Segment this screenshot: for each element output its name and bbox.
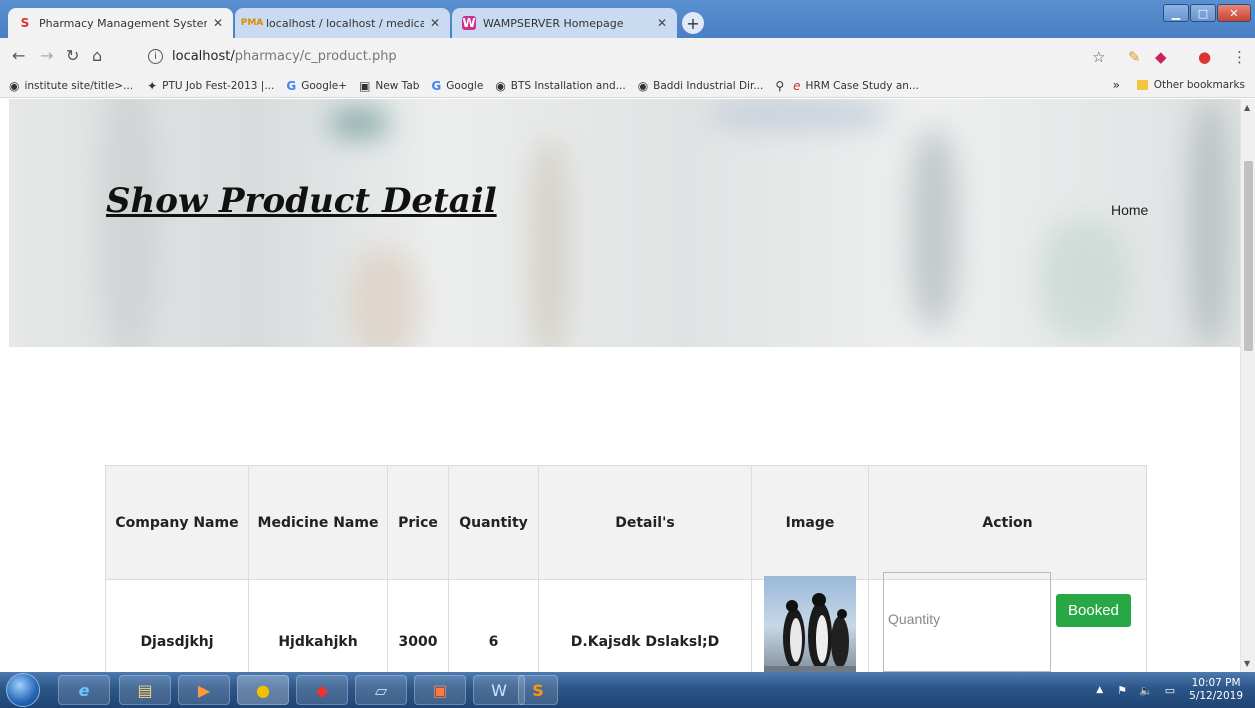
reload-icon[interactable]: ↻: [66, 46, 79, 65]
google-icon: G: [286, 78, 297, 93]
bookmark-item[interactable]: ◉ institute site/title>...: [9, 79, 133, 93]
home-icon[interactable]: ⌂: [92, 46, 102, 65]
file-explorer-icon[interactable]: ▤: [119, 675, 171, 705]
maximize-button[interactable]: □: [1190, 4, 1216, 22]
medicine-cell: Hjdkahjkh: [248, 579, 388, 672]
notepad-icon[interactable]: ▱: [355, 675, 407, 705]
bookmark-item[interactable]: G Google+: [286, 79, 347, 93]
bookmark-item[interactable]: G Google: [431, 79, 483, 93]
network-icon[interactable]: ▭: [1165, 684, 1175, 697]
globe-icon: ◉: [495, 78, 506, 93]
bookmark-item[interactable]: ✦ PTU Job Fest-2013 |...: [147, 79, 274, 93]
bookmark-item[interactable]: ⚲: [775, 79, 789, 93]
address-bar-row: ← → ↻ ⌂ i localhost/pharmacy/c_product.p…: [0, 38, 1255, 74]
extension-icon-2[interactable]: ◆: [1155, 48, 1167, 66]
bookmark-item[interactable]: e HRM Case Study an...: [793, 79, 919, 93]
price-cell: 3000: [387, 579, 449, 672]
internet-explorer-icon[interactable]: e: [58, 675, 110, 705]
bookmark-item[interactable]: ◉ Baddi Industrial Dir...: [638, 79, 764, 93]
new-tab-button[interactable]: +: [682, 12, 704, 34]
sublime-text-icon[interactable]: S: [518, 675, 558, 705]
globe-icon: ◉: [637, 78, 649, 93]
quantity-cell: 6: [448, 579, 539, 672]
browser-tab-strip: S Pharmacy Management System ✕ PMA local…: [0, 0, 1255, 38]
home-link[interactable]: Home: [1111, 202, 1148, 218]
clock[interactable]: 10:07 PM 5/12/2019: [1189, 677, 1243, 703]
profile-avatar-icon[interactable]: ●: [1198, 48, 1211, 66]
extension-icon[interactable]: ✎: [1128, 48, 1141, 66]
action-center-flag-icon[interactable]: ⚑: [1117, 684, 1127, 697]
wamp-icon: W: [462, 16, 476, 30]
system-tray: ▲ ⚑ 🔈 ▭ 10:07 PM 5/12/2019: [1096, 672, 1255, 708]
column-header: Quantity: [448, 465, 539, 580]
scroll-up-icon[interactable]: ▲: [1244, 103, 1250, 112]
close-tab-icon[interactable]: ✕: [657, 16, 667, 30]
minimize-button[interactable]: ▁: [1163, 4, 1189, 22]
tab-pharmacy-management[interactable]: S Pharmacy Management System ✕: [8, 8, 233, 38]
other-bookmarks-folder[interactable]: Other bookmarks: [1136, 79, 1245, 91]
menu-dots-icon[interactable]: ⋮: [1232, 48, 1247, 66]
action-cell: Quantity Booked: [868, 571, 1147, 672]
column-header: Price: [387, 465, 449, 580]
bookmark-item[interactable]: ◉ BTS Installation and...: [495, 79, 625, 93]
ie-icon: e: [793, 78, 801, 93]
column-header: Action: [868, 465, 1147, 580]
google-icon: G: [431, 78, 442, 93]
phpmyadmin-icon: PMA: [240, 18, 264, 28]
folder-icon: [1136, 80, 1148, 90]
product-table: Company Name Medicine Name Price Quantit…: [105, 465, 1147, 672]
url-field[interactable]: i localhost/pharmacy/c_product.php: [138, 43, 1078, 69]
page-viewport: Show Product Detail Home Company Name Me…: [0, 99, 1240, 672]
page-scrollbar[interactable]: ▲ ▼: [1240, 99, 1255, 672]
bookmarks-bar: ◉ institute site/title>... ✦ PTU Job Fest-…: [0, 74, 1255, 98]
booked-button[interactable]: Booked: [1056, 593, 1131, 627]
hero-banner: Show Product Detail Home: [9, 99, 1240, 347]
bookmarks-overflow-button[interactable]: »: [1113, 78, 1120, 92]
star-bookmark-icon[interactable]: ☆: [1092, 48, 1105, 66]
volume-icon[interactable]: 🔈: [1139, 684, 1153, 697]
company-cell: Djasdjkhj: [105, 579, 249, 672]
column-header: Image: [751, 465, 869, 580]
forward-arrow-icon[interactable]: →: [40, 46, 53, 65]
tab-phpmyadmin[interactable]: PMA localhost / localhost / medical / ✕: [235, 8, 450, 38]
search-icon: ⚲: [775, 78, 785, 93]
tab-wampserver[interactable]: W WAMPSERVER Homepage ✕: [452, 8, 677, 38]
scroll-down-icon[interactable]: ▼: [1244, 659, 1250, 668]
powerpoint-icon[interactable]: ▣: [414, 675, 466, 705]
quantity-input[interactable]: Quantity: [883, 571, 1051, 672]
table-header-row: Company Name Medicine Name Price Quantit…: [105, 465, 1147, 580]
info-icon[interactable]: i: [148, 48, 163, 64]
app-red-diamond-icon[interactable]: ◆: [296, 675, 348, 705]
column-header: Company Name: [105, 465, 249, 580]
column-header: Detail's: [538, 465, 752, 580]
table-row: Djasdjkhj Hjdkahjkh 3000 6 D.Kajsdk Dsla…: [105, 571, 1147, 672]
new-tab-icon: ▣: [359, 78, 371, 93]
s-logo-icon: S: [20, 16, 30, 30]
windows-taskbar: e ▤ ▶ ● ◆ ▱ ▣ W S ▲ ⚑ 🔈 ▭ 10:07 PM 5/12/…: [0, 672, 1255, 708]
detail-cell: D.Kajsdk Dslaksl;D: [538, 579, 752, 672]
column-header: Medicine Name: [248, 465, 388, 580]
scrollbar-thumb[interactable]: [1244, 161, 1253, 351]
start-button[interactable]: [6, 673, 40, 707]
globe-icon: ◉: [9, 78, 20, 93]
close-tab-icon[interactable]: ✕: [213, 16, 223, 30]
media-player-icon[interactable]: ▶: [178, 675, 230, 705]
page-title: Show Product Detail: [106, 181, 497, 221]
chrome-icon[interactable]: ●: [237, 675, 289, 705]
close-tab-icon[interactable]: ✕: [430, 16, 440, 30]
penguins-image: [764, 575, 856, 672]
back-arrow-icon[interactable]: ←: [12, 46, 25, 65]
close-window-button[interactable]: ✕: [1217, 4, 1251, 22]
ptu-icon: ✦: [147, 78, 158, 93]
image-cell: [751, 575, 869, 672]
tray-expand-icon[interactable]: ▲: [1096, 685, 1103, 695]
bookmark-item[interactable]: ▣ New Tab: [359, 79, 419, 93]
